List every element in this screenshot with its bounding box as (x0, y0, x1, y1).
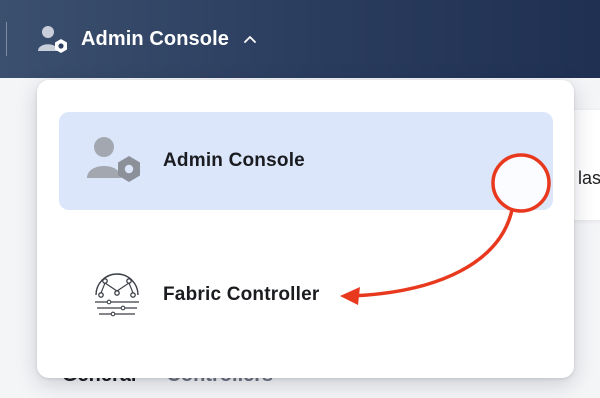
menu-item-fabric-controller[interactable]: Fabric Controller (59, 246, 553, 344)
menu-item-label: Fabric Controller (163, 284, 320, 305)
menu-item-label: Admin Console (163, 150, 305, 171)
background-card-text: las (578, 168, 600, 188)
admin-console-icon (87, 134, 147, 188)
app-switcher-dropdown: Admin Console Fabric Controller (37, 80, 574, 378)
admin-console-icon (38, 24, 70, 54)
app-switcher-button[interactable]: Admin Console (38, 24, 257, 54)
current-app-label: Admin Console (81, 27, 229, 50)
top-navigation-bar: Admin Console (0, 0, 600, 78)
fabric-controller-icon (87, 268, 147, 322)
menu-item-admin-console[interactable]: Admin Console (59, 112, 553, 210)
topbar-divider (6, 22, 7, 56)
chevron-up-icon (244, 36, 256, 43)
